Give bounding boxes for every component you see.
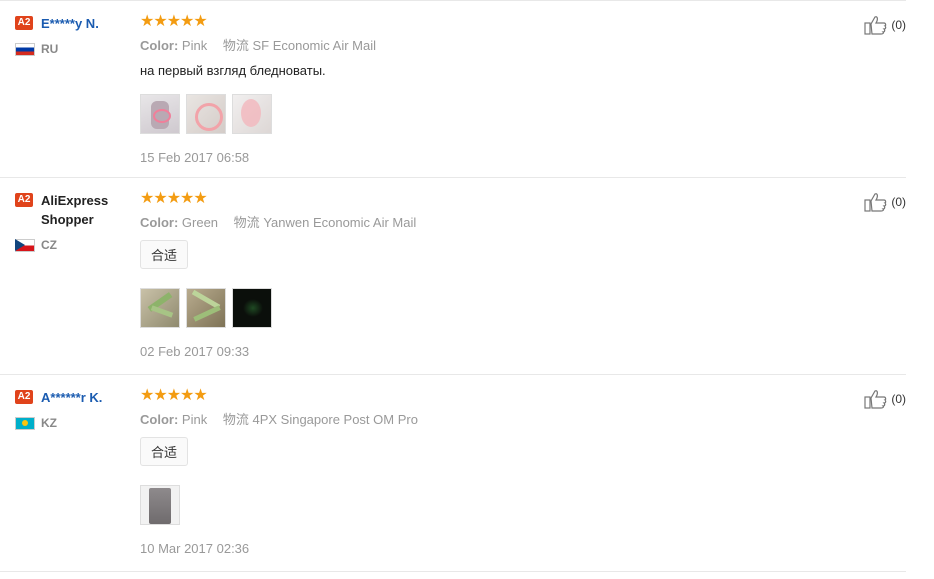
color-label: Color: — [140, 38, 179, 53]
level-badge: A2 — [15, 16, 33, 30]
helpful-vote[interactable]: (0) — [864, 192, 906, 212]
reviewer-info: A2 A******r K. KZ — [15, 388, 127, 430]
review-photos — [140, 485, 840, 525]
review-tag: 合适 — [140, 240, 189, 269]
flag-kz-icon — [15, 416, 35, 430]
review-photo-thumbnail[interactable] — [140, 485, 180, 525]
review-photos — [140, 288, 840, 328]
helpful-count: (0) — [891, 18, 906, 32]
review-photo-thumbnail[interactable] — [232, 94, 272, 134]
logistics-label: 物流 — [222, 38, 249, 53]
review-photos — [140, 94, 840, 134]
thumbs-up-icon[interactable] — [864, 15, 888, 35]
review-photo-thumbnail[interactable] — [140, 288, 180, 328]
divider — [0, 571, 906, 572]
review-photo-thumbnail[interactable] — [186, 288, 226, 328]
order-info: Color: Pink 物流 SF Economic Air Mail — [140, 37, 840, 55]
color-label: Color: — [140, 412, 179, 427]
reviewer-country: KZ — [15, 416, 127, 430]
review-date: 02 Feb 2017 09:33 — [140, 344, 250, 359]
thumbs-up-icon[interactable] — [864, 192, 888, 212]
order-info: Color: Pink 物流 4PX Singapore Post OM Pro — [140, 411, 840, 429]
review-date: 15 Feb 2017 06:58 — [140, 150, 250, 165]
logistics-label: 物流 — [222, 412, 249, 427]
reviewer-info: A2 AliExpress Shopper CZ — [15, 191, 127, 252]
helpful-count: (0) — [891, 195, 906, 209]
logistics-value: 4PX Singapore Post OM Pro — [252, 412, 418, 427]
reviewer-name[interactable]: E*****y N. — [41, 14, 99, 33]
helpful-vote[interactable]: (0) — [864, 15, 906, 35]
review-content: ★★★★★ Color: Green 物流 Yanwen Economic Ai… — [140, 190, 840, 359]
color-value: Pink — [181, 412, 208, 427]
country-code: CZ — [41, 238, 57, 252]
helpful-vote[interactable]: (0) — [864, 389, 906, 409]
color-label: Color: — [140, 215, 179, 230]
logistics-value: SF Economic Air Mail — [252, 38, 377, 53]
flag-ru-icon — [15, 42, 35, 56]
country-code: RU — [41, 42, 59, 56]
star-rating: ★★★★★ — [140, 190, 208, 207]
reviewer-name[interactable]: AliExpress Shopper — [41, 191, 127, 229]
color-value: Green — [181, 215, 219, 230]
helpful-count: (0) — [891, 392, 906, 406]
country-code: KZ — [41, 416, 57, 430]
reviewer-info: A2 E*****y N. RU — [15, 14, 127, 56]
order-info: Color: Green 物流 Yanwen Economic Air Mail — [140, 214, 840, 232]
level-badge: A2 — [15, 390, 33, 404]
star-rating: ★★★★★ — [140, 13, 208, 30]
review-photo-thumbnail[interactable] — [140, 94, 180, 134]
review-photo-thumbnail[interactable] — [232, 288, 272, 328]
logistics-value: Yanwen Economic Air Mail — [263, 215, 417, 230]
thumbs-up-icon[interactable] — [864, 389, 888, 409]
review-date: 10 Mar 2017 02:36 — [140, 541, 250, 556]
reviewer-country: CZ — [15, 238, 127, 252]
reviewer-name[interactable]: A******r K. — [41, 388, 102, 407]
review-content: ★★★★★ Color: Pink 物流 4PX Singapore Post … — [140, 387, 840, 556]
review-item: A2 AliExpress Shopper CZ ★★★★★ Color: Gr… — [0, 177, 906, 359]
review-item: A2 E*****y N. RU ★★★★★ Color: Pink 物流 SF… — [0, 0, 906, 177]
star-rating: ★★★★★ — [140, 387, 208, 404]
review-tag: 合适 — [140, 437, 189, 466]
review-photo-thumbnail[interactable] — [186, 94, 226, 134]
level-badge: A2 — [15, 193, 33, 207]
color-value: Pink — [181, 38, 208, 53]
reviewer-country: RU — [15, 42, 127, 56]
review-text: на первый взгляд бледноваты. — [140, 63, 326, 78]
review-content: ★★★★★ Color: Pink 物流 SF Economic Air Mai… — [140, 13, 840, 165]
logistics-label: 物流 — [233, 215, 260, 230]
flag-cz-icon — [15, 238, 35, 252]
review-item: A2 A******r K. KZ ★★★★★ Color: Pink 物流 4… — [0, 374, 906, 556]
